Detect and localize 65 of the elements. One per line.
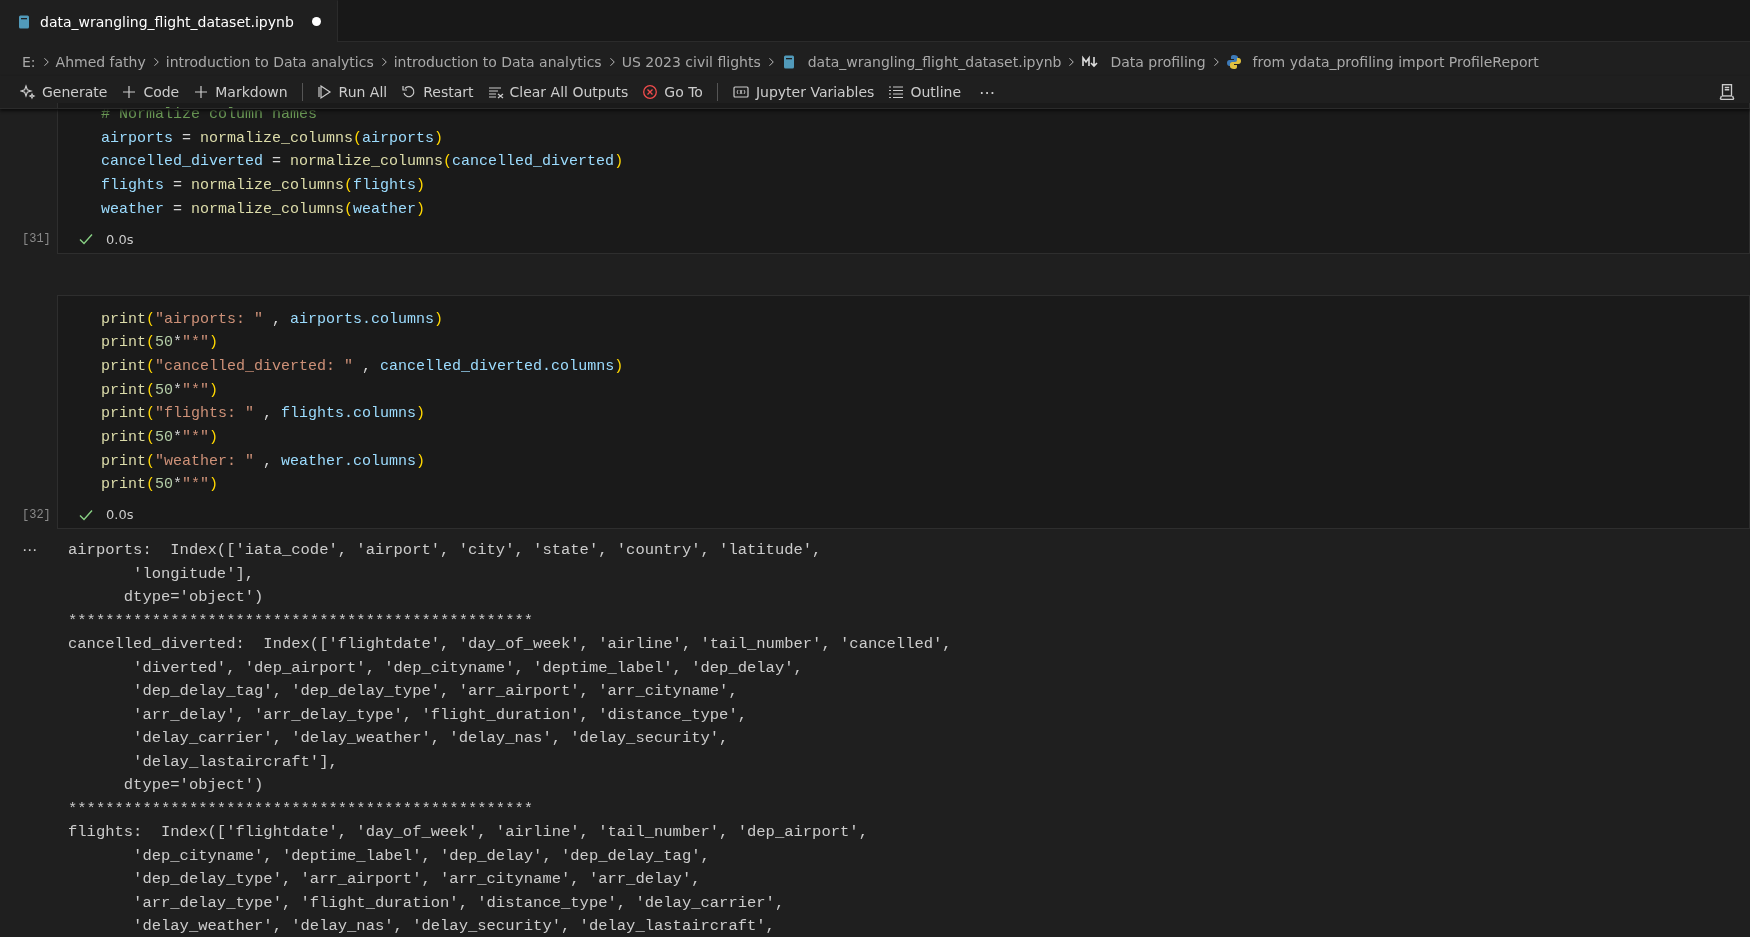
code-line: print(50*"*") bbox=[101, 475, 220, 496]
markdown-icon bbox=[1081, 54, 1100, 70]
code-line: print("weather: " , weather.columns) bbox=[101, 451, 427, 472]
kernel-icon[interactable] bbox=[1718, 83, 1736, 101]
code-line: print("cancelled_diverted: " , cancelled_diverted.columns) bbox=[101, 356, 625, 377]
sparkle-icon bbox=[20, 84, 36, 100]
execution-count: [31] bbox=[22, 232, 51, 246]
run-duration: 0.0s bbox=[106, 231, 134, 247]
breadcrumb-item[interactable]: Data profiling bbox=[1081, 54, 1206, 70]
code-line: weather = normalize_columns(weather) bbox=[101, 199, 427, 220]
toolbar-button[interactable]: Clear All Outputs bbox=[481, 81, 635, 103]
code-line: print(50*"*") bbox=[101, 380, 220, 401]
execution-count: [32] bbox=[22, 507, 51, 522]
circle-x-icon bbox=[642, 84, 659, 100]
output-line: 'diverted', 'dep_airport', 'dep_cityname', 'deptime_label', 'dep_delay', bbox=[132, 657, 804, 679]
plus-icon bbox=[121, 84, 138, 100]
toolbar-button[interactable]: Markdown bbox=[187, 81, 294, 103]
toolbar-button[interactable]: Outline bbox=[882, 81, 968, 103]
code-line: print(50*"*") bbox=[101, 428, 220, 449]
output-line: 'arr_delay_type', 'flight_duration', 'distance_type', 'delay_carrier', bbox=[132, 892, 786, 914]
toolbar-button[interactable]: Code bbox=[115, 81, 186, 103]
output-line: 'dep_cityname', 'deptime_label', 'dep_delay', 'dep_delay_tag', bbox=[132, 845, 711, 867]
code-line: cancelled_diverted = normalize_columns(cancelled_diverted) bbox=[101, 152, 625, 173]
toolbar-button[interactable]: Restart bbox=[395, 81, 480, 103]
variables-icon bbox=[731, 84, 750, 100]
code-line: print("airports: " , airports.columns) bbox=[101, 309, 445, 330]
breadcrumb-item[interactable]: E: bbox=[22, 54, 36, 70]
output-line: flights: Index(['flightdate', 'day_of_week', 'airline', 'tail_number', 'dep_airport', bbox=[68, 822, 869, 844]
output-line: 'dep_delay_tag', 'dep_delay_type', 'arr_airport', 'arr_cityname', bbox=[132, 681, 739, 703]
output-line: 'arr_delay', 'arr_delay_type', 'flight_duration', 'distance_type', bbox=[132, 704, 748, 726]
run-all-icon bbox=[316, 84, 333, 100]
notebook-tab[interactable]: data_wrangling_flight_dataset.ipynb bbox=[0, 0, 338, 42]
run-duration: 0.0s bbox=[106, 507, 134, 523]
code-line: print(50*"*") bbox=[101, 333, 220, 354]
output-line: 'delay_weather', 'delay_nas', 'delay_security', 'delay_lastaircraft', bbox=[132, 916, 776, 937]
plus-icon bbox=[193, 84, 210, 100]
output-line: ************************************************** bbox=[68, 610, 535, 632]
python-icon bbox=[1225, 54, 1242, 70]
toolbar-button[interactable]: Run All bbox=[310, 81, 394, 103]
more-actions-button[interactable]: ⋯ bbox=[969, 79, 1006, 105]
toolbar-button[interactable]: Jupyter Variables bbox=[725, 81, 881, 103]
code-line: print("flights: " , flights.columns) bbox=[101, 404, 427, 425]
output-line: dtype='object') bbox=[122, 775, 265, 797]
output-line: dtype='object') bbox=[122, 587, 265, 609]
toolbar-button[interactable]: Generate bbox=[14, 81, 114, 103]
clear-outputs-icon bbox=[487, 84, 504, 100]
output-menu-button[interactable]: ⋯ bbox=[22, 539, 68, 562]
output-line: airports: Index(['iata_code', 'airport', 'city', 'state', 'country', 'latitude', bbox=[68, 540, 823, 562]
breadcrumb-item[interactable]: Ahmed fathy bbox=[55, 54, 146, 70]
breadcrumb-item[interactable]: introduction to Data analytics bbox=[393, 54, 602, 70]
breadcrumb-item[interactable]: US 2023 civil flights bbox=[621, 54, 761, 70]
output-line: 'delay_lastaircraft'], bbox=[132, 751, 339, 773]
output-line: 'longitude'], bbox=[132, 563, 256, 585]
output-line: cancelled_diverted: Index(['flightdate', 'day_of_week', 'airline', 'tail_number', 'cancelled', bbox=[68, 634, 952, 656]
code-line: flights = normalize_columns(flights) bbox=[101, 176, 427, 197]
output-line: 'delay_carrier', 'delay_weather', 'delay_nas', 'delay_security', bbox=[132, 728, 730, 750]
code-line: airports = normalize_columns(airports) bbox=[101, 128, 445, 149]
breadcrumb-item[interactable]: from ydata_profiling import ProfileReport bbox=[1225, 54, 1539, 70]
breadcrumb-item[interactable]: introduction to Data analytics bbox=[165, 54, 374, 70]
output-line: 'dep_delay_type', 'arr_airport', 'arr_cityname', 'arr_delay', bbox=[132, 869, 702, 891]
breadcrumb-item[interactable]: data_wrangling_flight_dataset.ipynb bbox=[780, 54, 1062, 70]
output-line: ************************************************** bbox=[68, 798, 535, 820]
notebook-icon bbox=[16, 13, 32, 30]
toolbar-button[interactable]: Go To bbox=[636, 81, 709, 103]
list-icon bbox=[888, 84, 905, 100]
